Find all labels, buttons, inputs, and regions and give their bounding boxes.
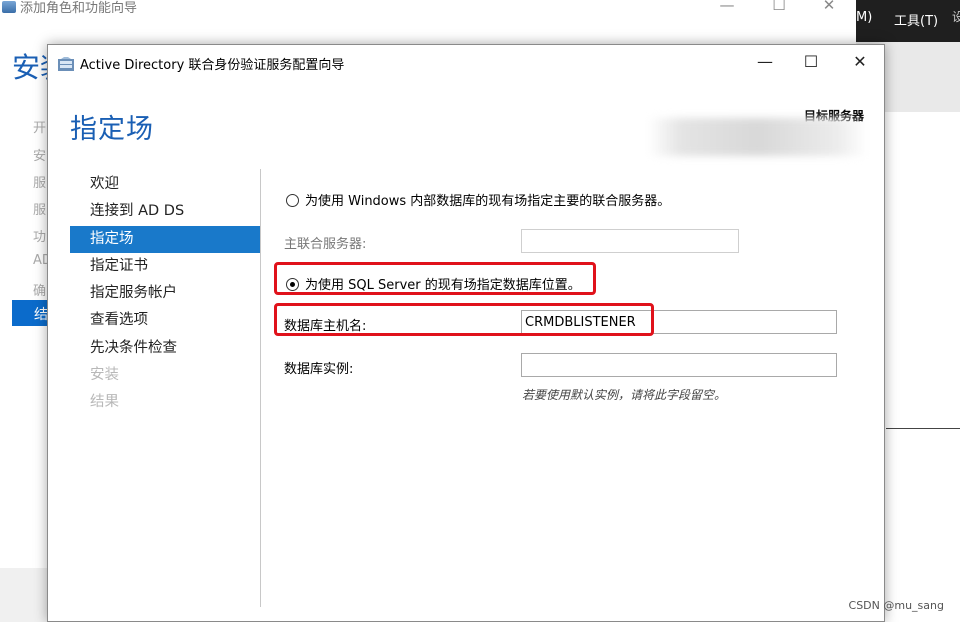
background-titlebar: 添加角色和功能向导 — ☐ ✕ xyxy=(0,0,860,20)
option-wid-row[interactable]: 为使用 Windows 内部数据库的现有场指定主要的联合服务器。 xyxy=(286,190,670,209)
background-window-title: 添加角色和功能向导 xyxy=(20,1,138,16)
server-icon xyxy=(58,57,74,71)
nav-item-connect-ad-ds[interactable]: 连接到 AD DS xyxy=(70,198,260,225)
menu-item-manage[interactable]: M) xyxy=(856,10,872,25)
background-step: 服 xyxy=(33,176,47,191)
watermark: CSDN @mu_sang xyxy=(848,599,944,612)
background-step: 功 xyxy=(33,230,47,245)
radio-wid[interactable] xyxy=(286,194,299,207)
nav-item-specify-certificate[interactable]: 指定证书 xyxy=(70,253,260,280)
db-instance-hint: 若要使用默认实例，请将此字段留空。 xyxy=(522,388,727,402)
page-title: 指定场 xyxy=(70,114,154,145)
db-instance-label: 数据库实例: xyxy=(284,362,354,377)
wizard-titlebar: Active Directory 联合身份验证服务配置向导 — ☐ ✕ xyxy=(48,45,884,79)
db-instance-input[interactable] xyxy=(521,353,837,377)
nav-item-review-options[interactable]: 查看选项 xyxy=(70,307,260,334)
nav-item-welcome[interactable]: 欢迎 xyxy=(70,171,260,198)
minimize-icon[interactable]: — xyxy=(748,51,782,75)
wizard-title: Active Directory 联合身份验证服务配置向导 xyxy=(80,58,345,73)
nav-item-service-account[interactable]: 指定服务帐户 xyxy=(70,280,260,307)
background-step: 服 xyxy=(33,203,47,218)
nav-item-specify-farm[interactable]: 指定场 xyxy=(70,225,260,253)
background-step: 确 xyxy=(33,284,47,299)
close-icon[interactable]: ✕ xyxy=(843,51,877,75)
target-server-value-redacted xyxy=(648,118,868,156)
minimize-icon[interactable]: — xyxy=(712,0,742,14)
primary-server-input[interactable] xyxy=(521,229,739,253)
nav-item-prerequisites[interactable]: 先决条件检查 xyxy=(70,335,260,362)
background-step: 开 xyxy=(33,121,47,136)
primary-server-label: 主联合服务器: xyxy=(284,237,367,252)
nav-divider xyxy=(260,169,261,607)
menu-bar: M) 工具(T) 设 xyxy=(856,0,960,42)
option-wid-label: 为使用 Windows 内部数据库的现有场指定主要的联合服务器。 xyxy=(305,194,671,209)
server-manager-icon xyxy=(2,1,16,13)
nav-item-install: 安装 xyxy=(90,367,119,384)
menu-item-more[interactable]: 设 xyxy=(952,8,960,25)
highlight-box xyxy=(274,262,596,295)
wizard-step-list: 欢迎 连接到 AD DS 指定场 指定证书 指定服务帐户 查看选项 先决条件检查… xyxy=(70,171,260,417)
adfs-configuration-wizard: Active Directory 联合身份验证服务配置向导 — ☐ ✕ 指定场 … xyxy=(47,44,885,622)
background-step: 安 xyxy=(33,149,47,164)
nav-item-results: 结果 xyxy=(90,394,119,411)
divider xyxy=(886,428,960,429)
highlight-box xyxy=(274,303,654,336)
close-icon[interactable]: ✕ xyxy=(814,0,844,14)
menu-item-tools[interactable]: 工具(T) xyxy=(894,10,938,29)
background-step-active: 结 xyxy=(12,300,52,326)
maximize-icon[interactable]: ☐ xyxy=(794,51,828,75)
maximize-icon[interactable]: ☐ xyxy=(764,0,794,14)
